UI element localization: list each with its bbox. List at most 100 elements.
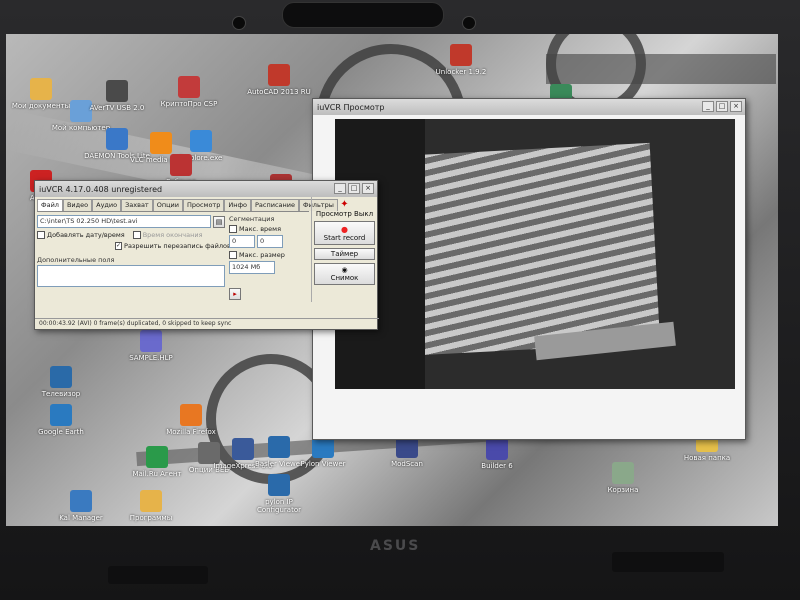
- checkbox-label: Макс. размер: [239, 251, 285, 259]
- tab-7[interactable]: Расписание: [251, 199, 299, 211]
- laptop-bezel: Мои документы Мой компьютер AVerTV USB 2.0…: [0, 0, 800, 600]
- desktop-icon[interactable]: Kal Manager: [46, 490, 116, 522]
- overwrite-checkbox[interactable]: ✓ Разрешить перезапись файлов: [115, 242, 231, 250]
- checkbox-label: Макс. время: [239, 225, 281, 233]
- hinge-right: [612, 552, 724, 572]
- desktop-icon-label: Google Earth: [38, 428, 84, 436]
- checkbox-label: Добавлять дату/время: [47, 231, 125, 239]
- status-bar: 00:00:43.92 (AVI) 0 frame(s) duplicated,…: [35, 318, 379, 329]
- close-button[interactable]: ×: [362, 183, 374, 194]
- webcam-strip: [282, 2, 444, 28]
- checkbox-box: [229, 225, 237, 233]
- preview-title: iuVCR Просмотр: [317, 102, 385, 112]
- add-timestamp-checkbox[interactable]: Добавлять дату/время Время окончания: [37, 231, 225, 239]
- microphone: [462, 16, 476, 30]
- tab-6[interactable]: Инфо: [224, 199, 251, 211]
- record-icon: ●: [341, 224, 348, 234]
- open-extra-button[interactable]: ▸: [229, 288, 241, 300]
- desktop-icon-label: Kal Manager: [59, 514, 103, 522]
- maximize-button[interactable]: □: [716, 101, 728, 112]
- snapshot-label: Снимок: [330, 274, 359, 282]
- preview-button-label: Просмотр Выкл: [315, 210, 374, 218]
- desktop-icon[interactable]: Unlocker 1.9.2: [426, 44, 496, 76]
- app-icon: [486, 438, 508, 460]
- desktop-icon[interactable]: Pylon Viewer: [288, 436, 358, 468]
- max-time-hours[interactable]: 0: [229, 235, 255, 248]
- desktop-icon-label: AVerTV USB 2.0: [89, 104, 145, 112]
- checkbox-box: [132, 231, 141, 239]
- max-time-minutes[interactable]: 0: [257, 235, 283, 248]
- asus-logo: ASUS: [370, 538, 421, 554]
- checkbox-box: [37, 231, 45, 239]
- max-size-field[interactable]: 1024 Мб: [229, 261, 275, 274]
- desktop-icon-label: pylon IP Configurator: [257, 498, 301, 514]
- app-icon: [50, 404, 72, 426]
- tab-2[interactable]: Аудио: [92, 199, 122, 211]
- tab-4[interactable]: Опции: [152, 199, 183, 211]
- timer-button[interactable]: Таймер: [314, 248, 375, 260]
- maximize-button[interactable]: □: [348, 183, 360, 194]
- desktop-icon-label: Новая папка: [683, 454, 731, 462]
- desktop-icon[interactable]: ModScan: [372, 436, 442, 468]
- camera-icon: ✦: [340, 199, 349, 210]
- main-titlebar[interactable]: iuVCR 4.17.0.408 unregistered _ □ ×: [35, 181, 377, 197]
- tab-1[interactable]: Видео: [62, 199, 93, 211]
- start-record-label: Start record: [323, 233, 366, 242]
- hinge-left: [108, 566, 208, 584]
- app-icon: [170, 154, 192, 176]
- tab-5[interactable]: Просмотр: [182, 199, 225, 211]
- close-button[interactable]: ×: [730, 101, 742, 112]
- browse-folder-button[interactable]: ▤: [213, 215, 225, 228]
- camera-preview: [335, 119, 735, 389]
- preview-titlebar[interactable]: iuVCR Просмотр _ □ ×: [313, 99, 745, 115]
- desktop-icon-label: Builder 6: [481, 462, 513, 470]
- app-icon: [106, 128, 128, 150]
- desktop-icon[interactable]: Корзина: [588, 462, 658, 494]
- app-icon: [180, 404, 202, 426]
- minimize-button[interactable]: _: [702, 101, 714, 112]
- app-icon: [268, 474, 290, 496]
- desktop-icon[interactable]: Mozilla Firefox: [156, 404, 226, 436]
- app-icon: [106, 80, 128, 102]
- checkbox-box: [229, 251, 237, 259]
- desktop-icon[interactable]: Программы: [116, 490, 186, 522]
- desktop-icon-label: SAMPLE.HLP: [129, 354, 173, 362]
- app-icon: [268, 436, 290, 458]
- minimize-button[interactable]: _: [334, 183, 346, 194]
- desktop-icon[interactable]: Builder 6: [462, 438, 532, 470]
- tab-3[interactable]: Захват: [121, 199, 153, 211]
- use-time-checkbox[interactable]: Время окончания: [132, 231, 203, 239]
- desktop-icon-label: КриптоПро CSP: [160, 100, 218, 108]
- app-icon: [140, 490, 162, 512]
- desktop-icon[interactable]: pylon IP Configurator: [244, 474, 314, 514]
- desktop-icon-label: Корзина: [607, 486, 639, 494]
- app-icon: [178, 76, 200, 98]
- max-size-checkbox[interactable]: Макс. размер: [229, 251, 305, 259]
- desktop-icon[interactable]: Google Earth: [26, 404, 96, 436]
- desktop-icon-label: Программы: [129, 514, 173, 522]
- checkbox-label: Разрешить перезапись файлов: [124, 242, 231, 250]
- app-icon: [268, 64, 290, 86]
- preview-toggle-button[interactable]: ✦ Просмотр Выкл: [314, 199, 375, 218]
- tab-0[interactable]: Файл: [37, 199, 63, 211]
- extra-fields-input[interactable]: [37, 265, 225, 287]
- desktop-icon-label: AutoCAD 2013 RU: [247, 88, 311, 96]
- desktop-icon[interactable]: SAMPLE.HLP: [116, 330, 186, 362]
- desktop-icon-label: ModScan: [391, 460, 423, 468]
- checkbox-box-checked: ✓: [115, 242, 123, 250]
- desktop-icon[interactable]: AVerTV USB 2.0: [82, 80, 152, 112]
- desktop-icon-label: Телевизор: [41, 390, 81, 398]
- iuvcr-main-window[interactable]: iuVCR 4.17.0.408 unregistered _ □ × Файл…: [34, 180, 379, 330]
- desktop-icon[interactable]: КриптоПро CSP: [154, 76, 224, 108]
- file-path-field[interactable]: C:\inter\TS 02.250 HD\test.avi: [37, 215, 211, 228]
- snapshot-icon: ◉: [341, 266, 348, 274]
- desktop-icon[interactable]: AutoCAD 2013 RU: [244, 64, 314, 96]
- app-icon: [612, 462, 634, 484]
- snapshot-button[interactable]: ◉ Снимок: [314, 263, 375, 285]
- desktop-icon[interactable]: Телевизор: [26, 366, 96, 398]
- app-icon: [50, 366, 72, 388]
- desktop-icon-label: Pylon Viewer: [300, 460, 346, 468]
- max-time-checkbox[interactable]: Макс. время: [229, 225, 305, 233]
- start-record-button[interactable]: ● Start record: [314, 221, 375, 245]
- extra-fields-label: Дополнительные поля: [37, 256, 115, 264]
